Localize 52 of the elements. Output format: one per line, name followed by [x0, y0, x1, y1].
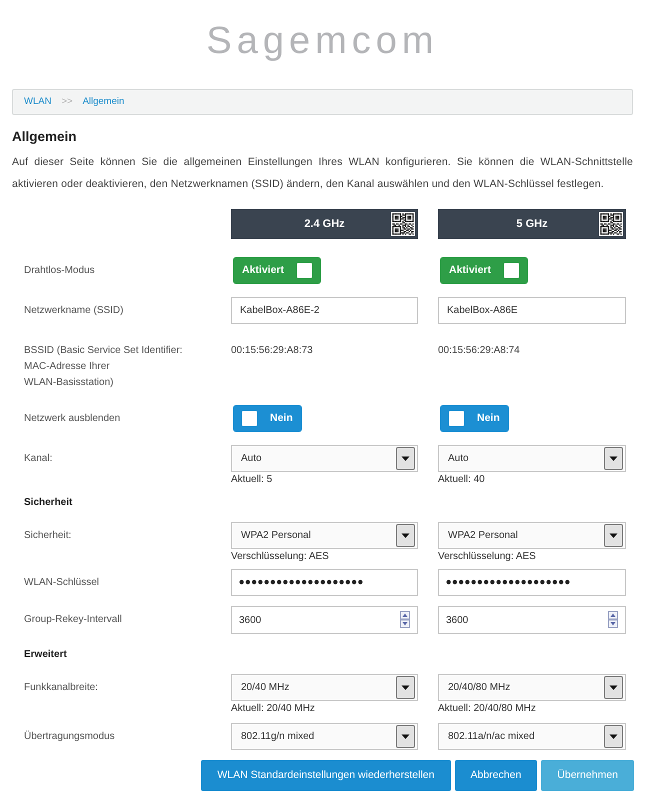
field-label: BSSID (Basic Service Set Identifier: MAC-Adresse Ihrer WLAN-Basisstation): [24, 345, 182, 388]
field-value: 00:15:56:29:A8:74: [438, 344, 520, 358]
toggle-switch[interactable]: Nein: [233, 405, 302, 432]
toggle-knob-icon: [504, 263, 520, 278]
field-label: WLAN-Schlüssel: [24, 577, 100, 588]
dropdown[interactable]: WPA2 Personal: [438, 522, 626, 549]
field-label: Übertragungsmodus: [24, 731, 115, 742]
page-description: Auf dieser Seite können Sie die allgemeinen Einstellungen Ihres WLAN konfigurieren. Sie können die WLAN-Schnittstelle aktivieren oder deaktivieren, den Netzwerknamen (SSID) ändern, den Kanal auswählen und den WLAN-Schlüssel festlegen.: [12, 155, 633, 192]
field-label: Drahtlos-Modus: [24, 265, 95, 276]
breadcrumb-separator: >>: [61, 94, 73, 109]
status-note: Verschlüsselung: AES: [231, 551, 329, 563]
section-heading: Sicherheit: [24, 497, 72, 508]
action-button[interactable]: Abbrechen: [454, 760, 538, 791]
status-note: Aktuell: 40: [438, 474, 485, 486]
page-heading: Allgemein: [12, 128, 78, 146]
field-label: Kanal:: [24, 453, 52, 464]
dropdown[interactable]: 802.11a/n/ac mixed: [438, 723, 626, 750]
number-field[interactable]: 3600: [438, 606, 626, 634]
field-label: Netzwerk ausblenden: [24, 413, 120, 424]
field-label: Funkkanalbreite:: [24, 682, 98, 693]
band-title: 2.4 GHz: [303, 216, 346, 232]
field-label: Netzwerkname (SSID): [24, 305, 124, 316]
field-label: Sicherheit:: [24, 530, 72, 541]
brand-logo: Sagemcom: [206, 20, 439, 62]
spinner-arrows-icon[interactable]: [400, 611, 410, 628]
toggle-knob-icon: [449, 411, 464, 426]
field-value: 00:15:56:29:A8:73: [231, 344, 313, 358]
toggle-switch[interactable]: Nein: [440, 405, 509, 432]
text-field[interactable]: KabelBox-A86E: [438, 297, 626, 324]
dropdown[interactable]: 802.11g/n mixed: [231, 723, 418, 750]
spinner-arrows-icon[interactable]: [608, 611, 618, 628]
dropdown[interactable]: Auto: [231, 445, 418, 472]
password-field[interactable]: ••••••••••••••••••••: [231, 569, 418, 596]
qr-code-icon: [599, 212, 623, 236]
dropdown[interactable]: WPA2 Personal: [231, 522, 418, 549]
toggle-knob-icon: [297, 263, 312, 278]
status-note: Aktuell: 20/40/80 MHz: [438, 703, 536, 715]
status-note: Verschlüsselung: AES: [438, 551, 536, 563]
action-button[interactable]: WLAN Standardeinstellungen wiederherstellen: [201, 760, 450, 791]
qr-code-icon: [391, 212, 415, 236]
text-field[interactable]: KabelBox-A86E-2: [231, 297, 418, 324]
band-title: 5 GHz: [515, 216, 549, 232]
dropdown[interactable]: 20/40 MHz: [231, 674, 418, 701]
toggle-knob-icon: [242, 411, 257, 426]
dropdown[interactable]: Auto: [438, 445, 626, 472]
status-note: Aktuell: 5: [231, 474, 272, 486]
password-field[interactable]: ••••••••••••••••••••: [438, 569, 626, 596]
field-label: Group-Rekey-Intervall: [24, 614, 122, 625]
dropdown[interactable]: 20/40/80 MHz: [438, 674, 626, 701]
number-field[interactable]: 3600: [231, 606, 418, 634]
section-heading: Erweitert: [24, 649, 67, 660]
status-note: Aktuell: 20/40 MHz: [231, 703, 315, 715]
